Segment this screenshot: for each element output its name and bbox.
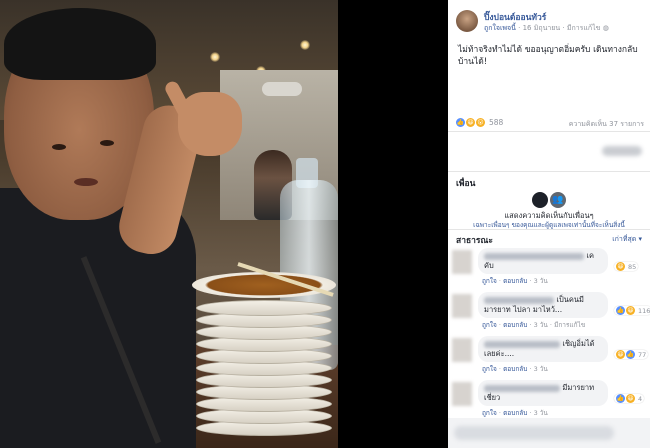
comment-composer[interactable] (448, 418, 650, 448)
reply-link[interactable]: ตอบกลับ (503, 277, 527, 285)
author-avatar[interactable] (456, 10, 478, 32)
commenter-avatar[interactable] (452, 250, 472, 274)
blurred-name (484, 384, 560, 392)
comment-bubble: เค คับ (478, 248, 608, 274)
comment-text: มารยาท ไปลา มาไหว้... (484, 305, 563, 314)
comment: เป็นคนมี มารยาท ไปลา มาไหว้... ถูกใจ · ต… (448, 290, 650, 334)
action-bar (448, 132, 650, 172)
comment-text: มีมารยาท (562, 383, 595, 392)
haha-reaction-icon: 😆 (626, 394, 635, 403)
post-side-panel: ปิ๊งปอนด์ออนทัวร์ ถูกใจเพจนี้ · 16 มิถุน… (448, 0, 650, 448)
comment-text: เค (586, 251, 594, 260)
ceiling-light (300, 40, 310, 50)
eye (52, 144, 66, 150)
hair (4, 8, 156, 80)
friends-section: เพื่อน 👥 แสดงความคิดเห็นกับเพื่อนๆ เฉพาะ… (448, 172, 650, 230)
friend-avatar (532, 192, 548, 208)
globe-icon: ◍ (602, 24, 609, 32)
haha-reaction-icon: 😆 (616, 350, 625, 359)
comment-reaction-count: 4 (638, 394, 643, 403)
like-link[interactable]: ถูกใจ (482, 409, 497, 417)
post-header: ปิ๊งปอนด์ออนทัวร์ ถูกใจเพจนี้ · 16 มิถุน… (448, 0, 650, 36)
blurred-name (484, 296, 554, 304)
friends-icon: 👥 (550, 192, 566, 208)
comment-reaction-count: 85 (628, 262, 637, 271)
comment-reaction-count: 77 (638, 350, 647, 359)
comment-text: คับ (484, 261, 494, 270)
reply-link[interactable]: ตอบกลับ (503, 321, 527, 329)
comment: มีมารยาท เชี่ยว ถูกใจ · ตอบกลับ · 3 วัน … (448, 378, 650, 422)
mouth (74, 178, 98, 186)
comment-time[interactable]: 3 วัน (534, 365, 548, 373)
like-link[interactable]: ถูกใจ (482, 277, 497, 285)
reply-link[interactable]: ตอบกลับ (503, 365, 527, 373)
reply-link[interactable]: ตอบกลับ (503, 409, 527, 417)
comment-text: เลยค่ะ.... (484, 349, 515, 358)
friends-title: เพื่อน (456, 179, 476, 189)
author-name[interactable]: ปิ๊งปอนด์ออนทัวร์ (484, 10, 546, 24)
stacked-bowl (196, 300, 332, 316)
public-title: สาธารณะ (456, 236, 493, 246)
comment: เค คับ ถูกใจ · ตอบกลับ · 3 วัน 😆 85 (448, 246, 650, 290)
like-link[interactable]: ถูกใจ (482, 365, 497, 373)
like-reaction-icon: 👍 (616, 394, 625, 403)
commenter-avatar[interactable] (452, 382, 472, 406)
eye (100, 140, 114, 146)
comment-bubble: เชิญอิ่มได้ เลยค่ะ.... (478, 336, 608, 362)
comment-actions: ถูกใจ · ตอบกลับ · 3 วัน (482, 365, 548, 373)
post-text: ไม่ท้าจริงทำไม่ได้ ขออนุญาตอิ่มครับ เดิน… (458, 45, 638, 67)
comment-time[interactable]: 3 วัน (534, 321, 548, 329)
edited-label[interactable]: มีการแก้ไข (554, 321, 585, 329)
ceiling-fan (262, 82, 302, 96)
comment-text: เชิญอิ่มได้ (562, 339, 595, 348)
blurred-name (484, 252, 584, 260)
commenter-avatar[interactable] (452, 294, 472, 318)
comment: เชิญอิ่มได้ เลยค่ะ.... ถูกใจ · ตอบกลับ ·… (448, 334, 650, 378)
comment-count[interactable]: ความคิดเห็น 37 รายการ (569, 119, 644, 130)
page-like-link[interactable]: ถูกใจเพจนี้ (484, 24, 516, 32)
like-link[interactable]: ถูกใจ (482, 321, 497, 329)
comment-actions: ถูกใจ · ตอบกลับ · 3 วัน · มีการแก้ไข (482, 321, 586, 329)
comment-actions: ถูกใจ · ตอบกลับ · 3 วัน (482, 409, 548, 417)
haha-reaction-icon: 😆 (616, 262, 625, 271)
comment-text: เชี่ยว (484, 393, 501, 402)
comment-reactions[interactable]: 👍 😆 116 (614, 306, 650, 315)
friends-note: เฉพาะเพื่อนๆ ของคุณและผู้ดูแลเพจเท่านั้น… (473, 221, 625, 229)
commenter-avatar[interactable] (452, 338, 472, 362)
comment-text: เป็นคนมี (556, 295, 584, 304)
haha-reaction-icon: 😆 (626, 306, 635, 315)
reaction-summary[interactable]: 👍 😆 😮 588 (456, 118, 503, 127)
edited-label[interactable]: มีการแก้ไข (567, 24, 601, 32)
comment-bubble: เป็นคนมี มารยาท ไปลา มาไหว้... (478, 292, 608, 318)
sort-dropdown[interactable]: เก่าที่สุด ▾ (612, 234, 642, 245)
wow-reaction-icon: 😮 (476, 118, 485, 127)
post-meta: ถูกใจเพจนี้ · 16 มิถุนายน · มีการแก้ไข ◍ (484, 24, 609, 32)
comment-reactions[interactable]: 👍 😆 4 (614, 394, 645, 403)
comment-reactions[interactable]: 😆 👍 77 (614, 350, 649, 359)
comment-actions: ถูกใจ · ตอบกลับ · 3 วัน (482, 277, 548, 285)
post-photo[interactable] (0, 0, 338, 448)
public-section-header: สาธารณะ เก่าที่สุด ▾ (448, 230, 650, 246)
blurred-content (602, 146, 642, 156)
reaction-count: 588 (489, 118, 504, 127)
comment-time[interactable]: 3 วัน (534, 277, 548, 285)
comment-bubble: มีมารยาท เชี่ยว (478, 380, 608, 406)
like-reaction-icon: 👍 (626, 350, 635, 359)
like-reaction-icon: 👍 (616, 306, 625, 315)
comment-reactions[interactable]: 😆 85 (614, 262, 639, 271)
comment-time[interactable]: 3 วัน (534, 409, 548, 417)
noodle-bowl (192, 272, 336, 298)
ceiling-light (210, 52, 220, 62)
post-date[interactable]: 16 มิถุนายน (523, 24, 561, 32)
post-stats: 👍 😆 😮 588 ความคิดเห็น 37 รายการ (448, 118, 650, 132)
haha-reaction-icon: 😆 (466, 118, 475, 127)
blurred-content (454, 426, 614, 440)
blurred-name (484, 340, 560, 348)
comment-reaction-count: 116 (638, 306, 650, 315)
like-reaction-icon: 👍 (456, 118, 465, 127)
lightbox-backdrop (338, 0, 448, 448)
